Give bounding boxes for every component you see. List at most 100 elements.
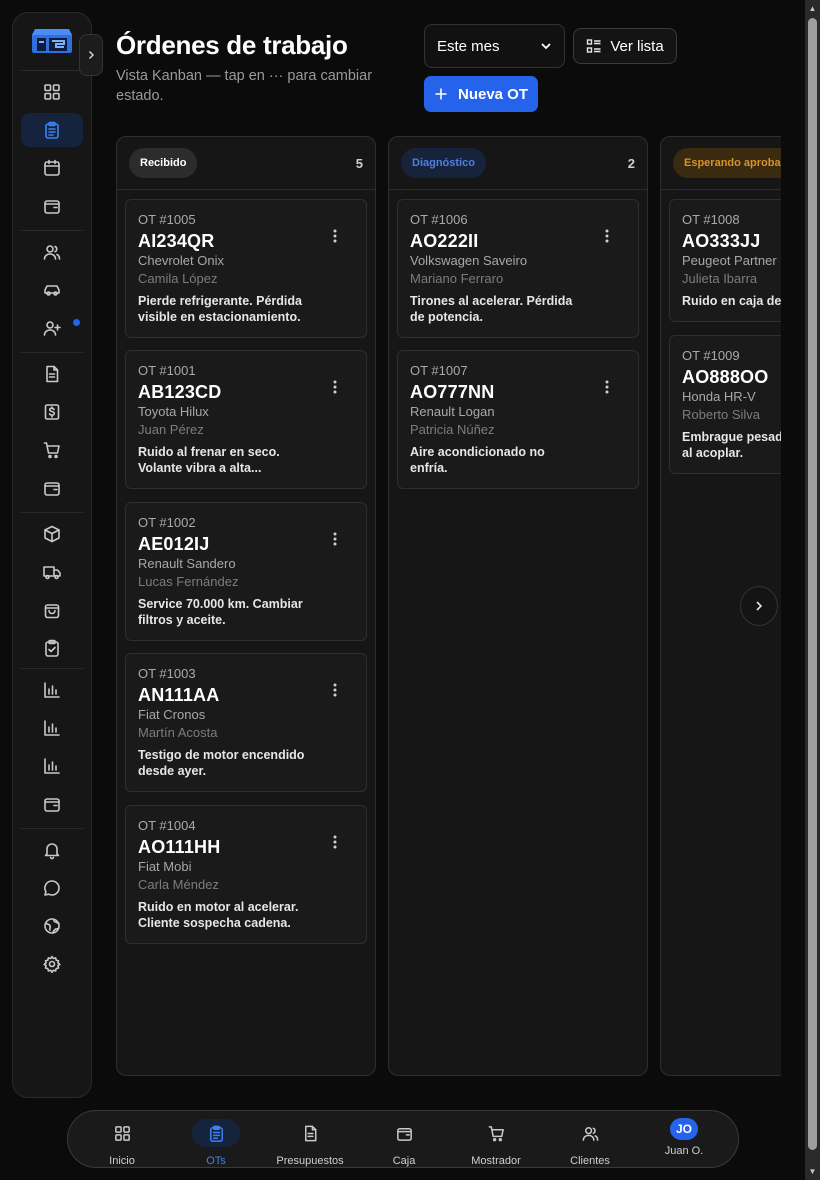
- description-line: Volante vibra a alta...: [138, 461, 262, 475]
- sidebar-collapse-button[interactable]: [79, 34, 103, 76]
- column-header: Esperando aprobación: [661, 137, 781, 190]
- sidebar-item-vehicles[interactable]: [21, 273, 83, 307]
- card-description: Service 70.000 km. Cambiar filtros y acei…: [138, 596, 354, 628]
- period-select[interactable]: Este mes: [424, 24, 565, 68]
- scroll-columns-right-button[interactable]: [740, 586, 778, 626]
- sidebar-item-stats[interactable]: [21, 711, 83, 745]
- card-menu-button[interactable]: [600, 228, 614, 244]
- card-menu-button[interactable]: [328, 531, 342, 547]
- sidebar-item-reports[interactable]: [21, 673, 83, 707]
- more-vertical-icon: [333, 229, 337, 243]
- ot-number: OT #1001: [138, 363, 196, 378]
- license-plate: AE012IJ: [138, 534, 210, 554]
- client-name: Lucas Fernández: [138, 574, 239, 589]
- view-list-button[interactable]: Ver lista: [573, 28, 677, 64]
- bottom-nav-ots[interactable]: OTs: [170, 1111, 262, 1167]
- document-icon: [46, 365, 59, 383]
- sidebar-item-web[interactable]: [21, 909, 83, 943]
- sidebar-item-messages[interactable]: [21, 871, 83, 905]
- client-name: Mariano Ferraro: [410, 271, 504, 286]
- vehicle-model: Honda HR-V: [682, 389, 756, 404]
- description-line: enfría.: [410, 461, 448, 475]
- sidebar-item-wallet[interactable]: [21, 189, 83, 223]
- sidebar-item-agenda[interactable]: [21, 151, 83, 185]
- scroll-down-arrow-icon[interactable]: ▼: [808, 1167, 817, 1176]
- avatar: JO: [670, 1118, 698, 1140]
- bottom-nav-mostrador[interactable]: Mostrador: [450, 1111, 542, 1167]
- vehicle-model: Fiat Cronos: [138, 707, 206, 722]
- more-vertical-icon: [333, 380, 337, 394]
- vehicle-model: Renault Logan: [410, 404, 495, 419]
- sidebar-item-suppliers[interactable]: [21, 555, 83, 589]
- clipboard-check-icon: [45, 639, 59, 657]
- sidebar-item-notifications[interactable]: [21, 833, 83, 867]
- more-vertical-icon: [333, 532, 337, 546]
- sidebar-item-billing[interactable]: [21, 395, 83, 429]
- kanban-board: Recibido 5 OT #1005 AI234QR Chevrolet On…: [116, 136, 781, 1076]
- chat-icon: [44, 880, 60, 896]
- ot-number: OT #1005: [138, 212, 196, 227]
- description-line: Testigo de motor encendido: [138, 748, 305, 762]
- work-order-card[interactable]: OT #1007 AO777NN Renault Logan Patricia …: [397, 350, 639, 489]
- ot-number: OT #1003: [138, 666, 196, 681]
- sidebar-item-tasks[interactable]: [21, 631, 83, 665]
- sidebar-item-add-user[interactable]: [21, 311, 83, 345]
- client-name: Camila López: [138, 271, 218, 286]
- license-plate: AB123CD: [138, 382, 222, 402]
- sidebar-item-settings[interactable]: [21, 947, 83, 981]
- ot-number: OT #1009: [682, 348, 740, 363]
- sidebar-item-cart[interactable]: [21, 433, 83, 467]
- notification-dot: [73, 319, 80, 326]
- wallet-icon: [44, 798, 60, 812]
- sidebar-item-purchases[interactable]: [21, 593, 83, 627]
- work-order-card[interactable]: OT #1003 AN111AA Fiat Cronos Martín Acos…: [125, 653, 367, 792]
- license-plate: AN111AA: [138, 685, 220, 705]
- work-order-card[interactable]: OT #1006 AO222II Volkswagen Saveiro Mari…: [397, 199, 639, 338]
- gear-icon: [43, 955, 61, 974]
- client-name: Martín Acosta: [138, 725, 218, 740]
- bottom-nav-presupuestos[interactable]: Presupuestos: [264, 1111, 356, 1167]
- sidebar-item-analytics[interactable]: [21, 749, 83, 783]
- sidebar-item-documents[interactable]: [21, 357, 83, 391]
- bottom-nav-caja[interactable]: Caja: [358, 1111, 450, 1167]
- work-order-card[interactable]: OT #1001 AB123CD Toyota Hilux Juan Pérez…: [125, 350, 367, 489]
- scrollbar-thumb[interactable]: [808, 18, 817, 1150]
- description-line: Ruido al frenar en seco.: [138, 445, 280, 459]
- card-menu-button[interactable]: [328, 228, 342, 244]
- work-order-card[interactable]: OT #1004 AO111HH Fiat Mobi Carla Méndez …: [125, 805, 367, 944]
- work-order-card[interactable]: OT #1009 AO888OO Honda HR-V Roberto Silv…: [669, 335, 781, 474]
- new-ot-button[interactable]: Nueva OT: [424, 76, 538, 112]
- users-icon: [582, 1126, 598, 1141]
- client-name: Patricia Núñez: [410, 422, 495, 437]
- page-title: Órdenes de trabajo: [116, 30, 348, 60]
- bottom-nav-label: Presupuestos: [276, 1155, 344, 1167]
- bottom-nav-user[interactable]: JO Juan O.: [638, 1111, 730, 1167]
- sidebar-item-dashboard[interactable]: [21, 75, 83, 109]
- card-description: Pierde refrigerante. Pérdida visible en e…: [138, 293, 354, 325]
- work-order-card[interactable]: OT #1005 AI234QR Chevrolet Onix Camila L…: [125, 199, 367, 338]
- column-count: 5: [355, 155, 363, 171]
- description-line: Aire acondicionado no: [410, 445, 545, 459]
- clipboard-icon: [209, 1125, 223, 1142]
- card-menu-button[interactable]: [328, 834, 342, 850]
- description-line: desde ayer.: [138, 764, 207, 778]
- work-order-card[interactable]: OT #1008 AO333JJ Peugeot Partner Julieta…: [669, 199, 781, 322]
- scroll-up-arrow-icon[interactable]: ▲: [808, 4, 817, 13]
- sidebar-item-cash[interactable]: [21, 471, 83, 505]
- card-menu-button[interactable]: [328, 682, 342, 698]
- card-description: Embrague pesado al acoplar.: [682, 429, 781, 461]
- sidebar-divider: [21, 70, 83, 71]
- card-menu-button[interactable]: [600, 379, 614, 395]
- sidebar-item-ordenes[interactable]: [21, 113, 83, 147]
- bottom-nav-clientes[interactable]: Clientes: [544, 1111, 636, 1167]
- card-menu-button[interactable]: [328, 379, 342, 395]
- work-order-card[interactable]: OT #1002 AE012IJ Renault Sandero Lucas F…: [125, 502, 367, 641]
- bottom-nav-inicio[interactable]: Inicio: [76, 1111, 168, 1167]
- sidebar-item-inventory[interactable]: [21, 517, 83, 551]
- vehicle-model: Peugeot Partner: [682, 253, 777, 268]
- sidebar-item-users[interactable]: [21, 235, 83, 269]
- page-scrollbar[interactable]: ▲ ▼: [805, 0, 820, 1180]
- more-vertical-icon: [605, 380, 609, 394]
- sidebar-item-accounts[interactable]: [21, 787, 83, 821]
- vehicle-model: Toyota Hilux: [138, 404, 209, 419]
